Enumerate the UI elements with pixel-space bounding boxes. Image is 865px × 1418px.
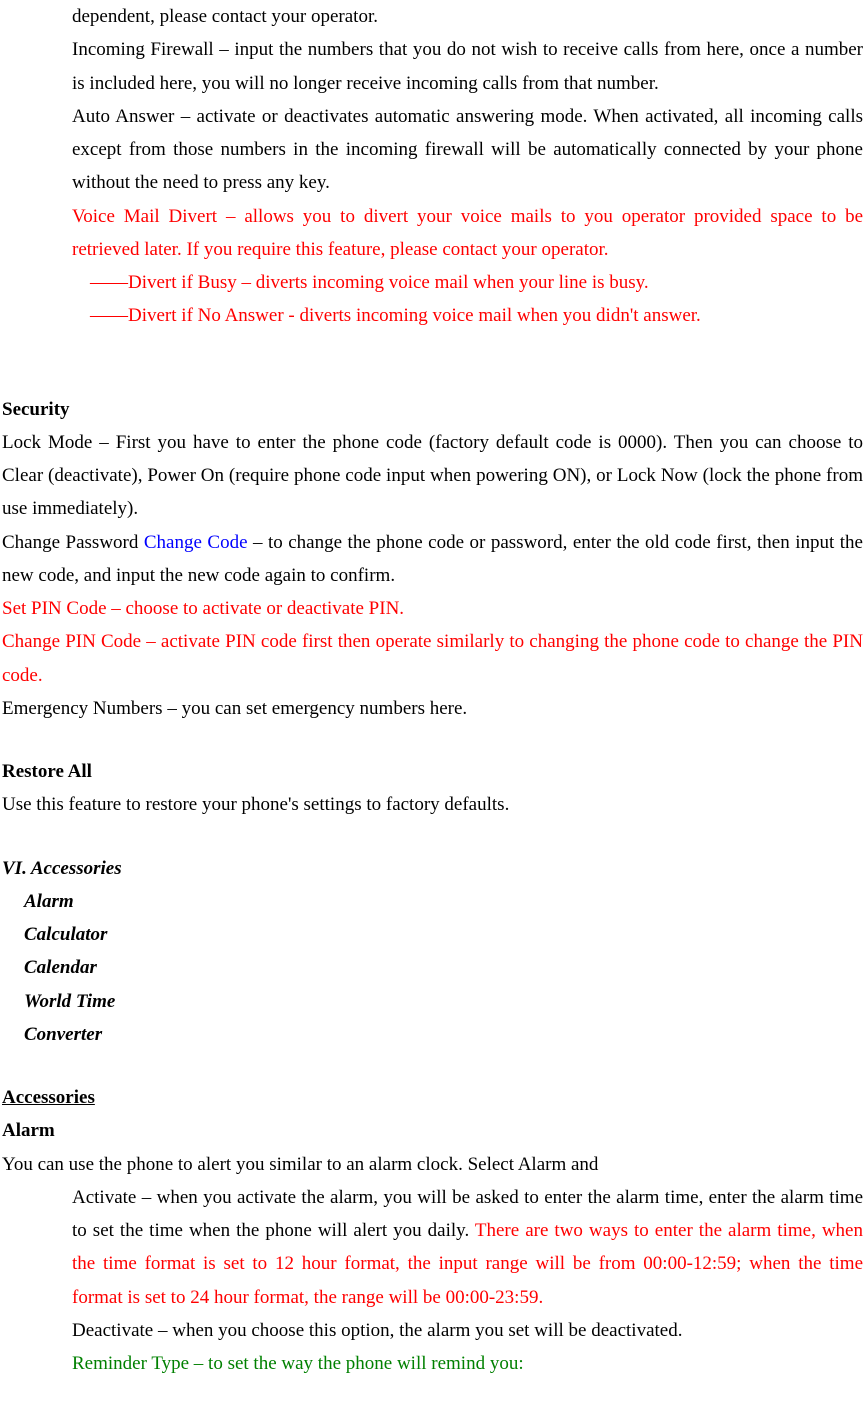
paragraph-restore-text: Use this feature to restore your phone's… — [2, 788, 863, 821]
paragraph-divert-no-answer: ——Divert if No Answer - diverts incoming… — [2, 299, 863, 332]
paragraph-reminder-type: Reminder Type – to set the way the phone… — [2, 1347, 863, 1380]
heading-restore-all: Restore All — [2, 755, 863, 788]
paragraph-lock-mode: Lock Mode – First you have to enter the … — [2, 426, 863, 526]
list-item-calendar: Calendar — [2, 951, 863, 984]
heading-alarm: Alarm — [2, 1114, 863, 1147]
paragraph-dependent: dependent, please contact your operator. — [2, 0, 863, 33]
heading-security: Security — [2, 393, 863, 426]
paragraph-change-pin: Change PIN Code – activate PIN code firs… — [2, 625, 863, 692]
paragraph-activate: Activate – when you activate the alarm, … — [2, 1181, 863, 1314]
paragraph-voice-mail-divert: Voice Mail Divert – allows you to divert… — [2, 200, 863, 267]
list-item-world-time: World Time — [2, 985, 863, 1018]
list-item-converter: Converter — [2, 1018, 863, 1051]
list-item-calculator: Calculator — [2, 918, 863, 951]
paragraph-alarm-intro: You can use the phone to alert you simil… — [2, 1148, 863, 1181]
heading-accessories-section: Accessories — [2, 1081, 863, 1114]
paragraph-divert-busy: ——Divert if Busy – diverts incoming voic… — [2, 266, 863, 299]
paragraph-incoming-firewall: Incoming Firewall – input the numbers th… — [2, 33, 863, 100]
paragraph-set-pin: Set PIN Code – choose to activate or dea… — [2, 592, 863, 625]
text-change-code: Change Code — [144, 532, 248, 553]
list-item-alarm: Alarm — [2, 885, 863, 918]
text-change-password-1: Change Password — [2, 532, 144, 553]
paragraph-change-password: Change Password Change Code – to change … — [2, 526, 863, 593]
heading-vi-accessories: VI. Accessories — [2, 852, 863, 885]
paragraph-deactivate: Deactivate – when you choose this option… — [2, 1314, 863, 1347]
paragraph-emergency: Emergency Numbers – you can set emergenc… — [2, 692, 863, 725]
paragraph-auto-answer: Auto Answer – activate or deactivates au… — [2, 100, 863, 200]
